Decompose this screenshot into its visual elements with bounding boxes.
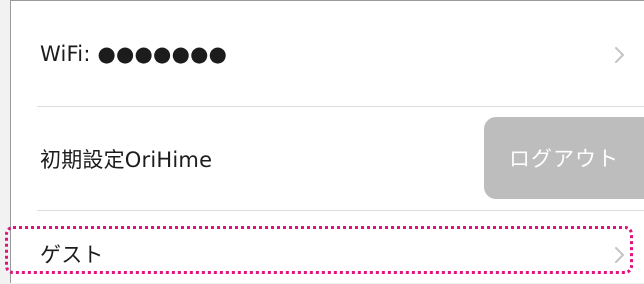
logout-button[interactable]: ログアウト — [484, 117, 644, 199]
chevron-right-icon — [615, 47, 624, 63]
settings-screen: WiFi: ●●●●●●● 初期設定OriHime ログアウト ゲスト — [0, 0, 644, 283]
wifi-row[interactable]: WiFi: ●●●●●●● — [11, 1, 644, 106]
chevron-right-icon — [615, 247, 624, 263]
guest-label: ゲスト — [40, 243, 104, 267]
wifi-label: WiFi: ●●●●●●● — [40, 41, 228, 66]
device-name-label: 初期設定OriHime — [40, 147, 213, 172]
guest-row[interactable]: ゲスト — [11, 211, 644, 284]
settings-list: WiFi: ●●●●●●● 初期設定OriHime ログアウト ゲスト — [10, 0, 644, 283]
